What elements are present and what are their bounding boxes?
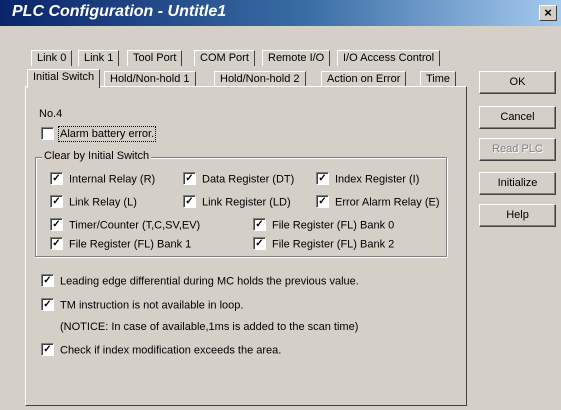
alarm-battery-error-checkbox[interactable]: Alarm battery error. — [41, 126, 157, 143]
check-icon: ✓ — [183, 195, 196, 208]
checkbox-label: Link Register (LD) — [202, 196, 291, 209]
station-number: No.4 — [39, 108, 63, 120]
check-icon: ✓ — [316, 195, 329, 208]
check-icon: ✓ — [50, 195, 63, 208]
check-icon: ✓ — [50, 218, 63, 231]
checkbox-label: File Register (FL) Bank 0 — [272, 219, 395, 232]
timer-counter-checkbox[interactable]: ✓ Timer/Counter (T,C,SV,EV) — [50, 218, 201, 233]
notice-text: (NOTICE: In case of available,1ms is add… — [60, 321, 359, 333]
check-icon: ✓ — [41, 274, 54, 287]
leading-edge-differential-checkbox[interactable]: ✓ Leading edge differential during MC hol… — [41, 274, 359, 289]
internal-relay-checkbox[interactable]: ✓ Internal Relay (R) — [50, 172, 156, 187]
check-icon: ✓ — [50, 237, 63, 250]
checkbox-box — [41, 127, 54, 140]
check-icon: ✓ — [253, 237, 266, 250]
checkbox-label: File Register (FL) Bank 1 — [69, 238, 192, 251]
file-register-bank-0-checkbox[interactable]: ✓ File Register (FL) Bank 0 — [253, 218, 395, 233]
panel-content: No.4 Alarm battery error. Clear by Initi… — [0, 0, 561, 410]
plc-configuration-dialog: PLC Configuration - Untitle1 × Link 0 Li… — [0, 0, 561, 410]
index-modification-check-checkbox[interactable]: ✓ Check if index modification exceeds the… — [41, 343, 282, 358]
file-register-bank-2-checkbox[interactable]: ✓ File Register (FL) Bank 2 — [253, 237, 395, 252]
checkbox-label: TM instruction is not available in loop. — [60, 299, 244, 312]
check-icon: ✓ — [316, 172, 329, 185]
checkbox-label: Error Alarm Relay (E) — [335, 196, 440, 209]
error-alarm-relay-checkbox[interactable]: ✓ Error Alarm Relay (E) — [316, 195, 440, 210]
check-icon: ✓ — [183, 172, 196, 185]
checkbox-label: Link Relay (L) — [69, 196, 137, 209]
checkbox-label: Internal Relay (R) — [69, 173, 156, 186]
checkbox-label: File Register (FL) Bank 2 — [272, 238, 395, 251]
link-relay-checkbox[interactable]: ✓ Link Relay (L) — [50, 195, 137, 210]
link-register-checkbox[interactable]: ✓ Link Register (LD) — [183, 195, 291, 210]
check-icon: ✓ — [41, 298, 54, 311]
index-register-checkbox[interactable]: ✓ Index Register (I) — [316, 172, 420, 187]
data-register-checkbox[interactable]: ✓ Data Register (DT) — [183, 172, 295, 187]
checkbox-label: Timer/Counter (T,C,SV,EV) — [69, 219, 201, 232]
checkbox-label: Data Register (DT) — [202, 173, 295, 186]
checkbox-label: Alarm battery error. — [57, 126, 157, 143]
checkbox-label: Check if index modification exceeds the … — [60, 344, 282, 357]
check-icon: ✓ — [253, 218, 266, 231]
checkbox-label: Index Register (I) — [335, 173, 420, 186]
tm-instruction-checkbox[interactable]: ✓ TM instruction is not available in loop… — [41, 298, 244, 313]
file-register-bank-1-checkbox[interactable]: ✓ File Register (FL) Bank 1 — [50, 237, 192, 252]
check-icon: ✓ — [50, 172, 63, 185]
group-title: Clear by Initial Switch — [42, 150, 152, 162]
check-icon: ✓ — [41, 343, 54, 356]
checkbox-label: Leading edge differential during MC hold… — [60, 275, 359, 288]
